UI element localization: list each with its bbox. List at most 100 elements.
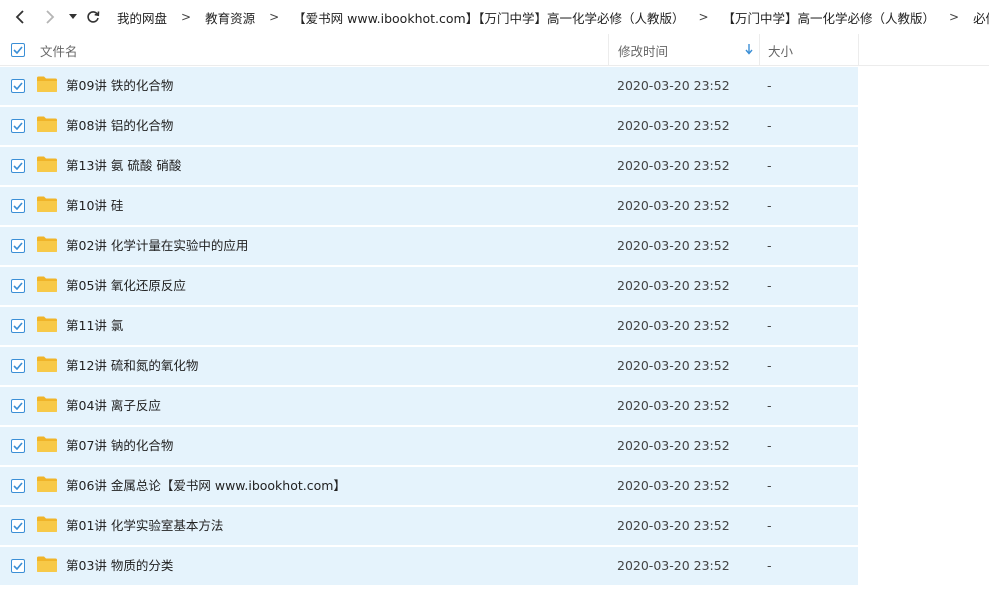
file-row[interactable]: 第03讲 物质的分类 2020-03-20 23:52 - <box>0 547 858 585</box>
checkmark-icon <box>13 162 23 170</box>
row-checkbox[interactable] <box>11 399 25 413</box>
file-modified-time: 2020-03-20 23:52 <box>617 118 730 133</box>
checkmark-icon <box>13 482 23 490</box>
row-checkbox[interactable] <box>11 319 25 333</box>
file-name[interactable]: 第05讲 氧化还原反应 <box>66 267 186 305</box>
file-row[interactable]: 第08讲 铝的化合物 2020-03-20 23:52 - <box>0 107 858 145</box>
navigation-bar: 我的网盘 > 教育资源 > 【爱书网 www.ibookhot.com】【万门中… <box>0 0 989 34</box>
file-name[interactable]: 第01讲 化学实验室基本方法 <box>66 507 223 545</box>
file-modified-time: 2020-03-20 23:52 <box>617 238 730 253</box>
column-header-mtime-label: 修改时间 <box>618 43 669 59</box>
file-name[interactable]: 第04讲 离子反应 <box>66 387 161 425</box>
file-name[interactable]: 第06讲 金属总论【爱书网 www.ibookhot.com】 <box>66 467 346 505</box>
file-size: - <box>767 118 772 133</box>
breadcrumb-separator: > <box>269 10 280 24</box>
file-name[interactable]: 第09讲 铁的化合物 <box>66 67 173 105</box>
row-checkbox[interactable] <box>11 439 25 453</box>
folder-icon <box>37 116 57 132</box>
row-checkbox[interactable] <box>11 119 25 133</box>
back-button[interactable] <box>7 0 33 34</box>
file-name[interactable]: 第08讲 铝的化合物 <box>66 107 173 145</box>
breadcrumb-item-my-drive[interactable]: 我的网盘 <box>115 8 169 27</box>
checkmark-icon <box>13 202 23 210</box>
file-modified-time: 2020-03-20 23:52 <box>617 278 730 293</box>
refresh-icon <box>87 11 100 23</box>
file-size: - <box>767 158 772 173</box>
checkmark-icon <box>13 322 23 330</box>
column-header-size[interactable]: 大小 <box>759 34 859 66</box>
breadcrumb-item-course-root[interactable]: 【爱书网 www.ibookhot.com】【万门中学】高一化学必修（人教版） <box>291 8 686 27</box>
row-checkbox[interactable] <box>11 79 25 93</box>
column-header-size-label: 大小 <box>768 43 794 59</box>
checkmark-icon <box>13 402 23 410</box>
folder-icon <box>37 316 57 332</box>
file-row[interactable]: 第11讲 氯 2020-03-20 23:52 - <box>0 307 858 345</box>
folder-icon <box>37 436 57 452</box>
file-name[interactable]: 第11讲 氯 <box>66 307 123 345</box>
file-row[interactable]: 第10讲 硅 2020-03-20 23:52 - <box>0 187 858 225</box>
checkmark-icon <box>13 362 23 370</box>
file-row[interactable]: 第13讲 氨 硫酸 硝酸 2020-03-20 23:52 - <box>0 147 858 185</box>
forward-button[interactable] <box>37 0 63 34</box>
file-name[interactable]: 第12讲 硫和氮的氧化物 <box>66 347 198 385</box>
file-name[interactable]: 第02讲 化学计量在实验中的应用 <box>66 227 248 265</box>
checkmark-icon <box>13 242 23 250</box>
refresh-button[interactable] <box>83 0 103 34</box>
file-list-header: 文件名 修改时间 大小 <box>0 34 989 66</box>
row-checkbox[interactable] <box>11 519 25 533</box>
file-row[interactable]: 第02讲 化学计量在实验中的应用 2020-03-20 23:52 - <box>0 227 858 265</box>
file-name[interactable]: 第07讲 钠的化合物 <box>66 427 173 465</box>
chevron-right-icon <box>46 10 55 24</box>
file-name[interactable]: 第03讲 物质的分类 <box>66 547 173 585</box>
file-row[interactable]: 第12讲 硫和氮的氧化物 2020-03-20 23:52 - <box>0 347 858 385</box>
folder-icon <box>37 396 57 412</box>
folder-icon <box>37 76 57 92</box>
chevron-left-icon <box>15 10 24 24</box>
file-row[interactable]: 第05讲 氧化还原反应 2020-03-20 23:52 - <box>0 267 858 305</box>
select-all-checkbox[interactable] <box>11 43 25 57</box>
checkmark-icon <box>13 82 23 90</box>
breadcrumb-separator: > <box>181 10 192 24</box>
folder-icon <box>37 196 57 212</box>
file-modified-time: 2020-03-20 23:52 <box>617 158 730 173</box>
checkmark-icon <box>13 442 23 450</box>
file-modified-time: 2020-03-20 23:52 <box>617 478 730 493</box>
row-checkbox[interactable] <box>11 159 25 173</box>
file-row[interactable]: 第01讲 化学实验室基本方法 2020-03-20 23:52 - <box>0 507 858 545</box>
row-checkbox[interactable] <box>11 239 25 253</box>
row-checkbox[interactable] <box>11 479 25 493</box>
file-modified-time: 2020-03-20 23:52 <box>617 398 730 413</box>
file-size: - <box>767 238 772 253</box>
file-row[interactable]: 第07讲 钠的化合物 2020-03-20 23:52 - <box>0 427 858 465</box>
row-checkbox[interactable] <box>11 199 25 213</box>
file-modified-time: 2020-03-20 23:52 <box>617 318 730 333</box>
row-checkbox[interactable] <box>11 359 25 373</box>
breadcrumb-item-education[interactable]: 教育资源 <box>203 8 257 27</box>
checkmark-icon <box>13 122 23 130</box>
file-size: - <box>767 278 772 293</box>
folder-icon <box>37 556 57 572</box>
file-size: - <box>767 518 772 533</box>
row-checkbox[interactable] <box>11 279 25 293</box>
breadcrumb: 我的网盘 > 教育资源 > 【爱书网 www.ibookhot.com】【万门中… <box>115 8 989 27</box>
row-checkbox[interactable] <box>11 559 25 573</box>
arrow-down-icon <box>745 44 753 55</box>
file-row[interactable]: 第09讲 铁的化合物 2020-03-20 23:52 - <box>0 67 858 105</box>
breadcrumb-item-current[interactable]: 必修1 <box>971 8 989 27</box>
breadcrumb-separator: > <box>949 10 960 24</box>
file-name[interactable]: 第10讲 硅 <box>66 187 123 225</box>
column-header-name[interactable]: 文件名 <box>40 34 608 66</box>
folder-icon <box>37 156 57 172</box>
file-name[interactable]: 第13讲 氨 硫酸 硝酸 <box>66 147 181 185</box>
folder-icon <box>37 356 57 372</box>
history-dropdown-button[interactable] <box>63 0 83 34</box>
file-modified-time: 2020-03-20 23:52 <box>617 518 730 533</box>
breadcrumb-item-course[interactable]: 【万门中学】高一化学必修（人教版） <box>721 8 938 27</box>
file-size: - <box>767 398 772 413</box>
file-size: - <box>767 318 772 333</box>
column-header-mtime[interactable]: 修改时间 <box>608 34 759 66</box>
file-modified-time: 2020-03-20 23:52 <box>617 438 730 453</box>
file-row[interactable]: 第04讲 离子反应 2020-03-20 23:52 - <box>0 387 858 425</box>
folder-icon <box>37 476 57 492</box>
file-row[interactable]: 第06讲 金属总论【爱书网 www.ibookhot.com】 2020-03-… <box>0 467 858 505</box>
